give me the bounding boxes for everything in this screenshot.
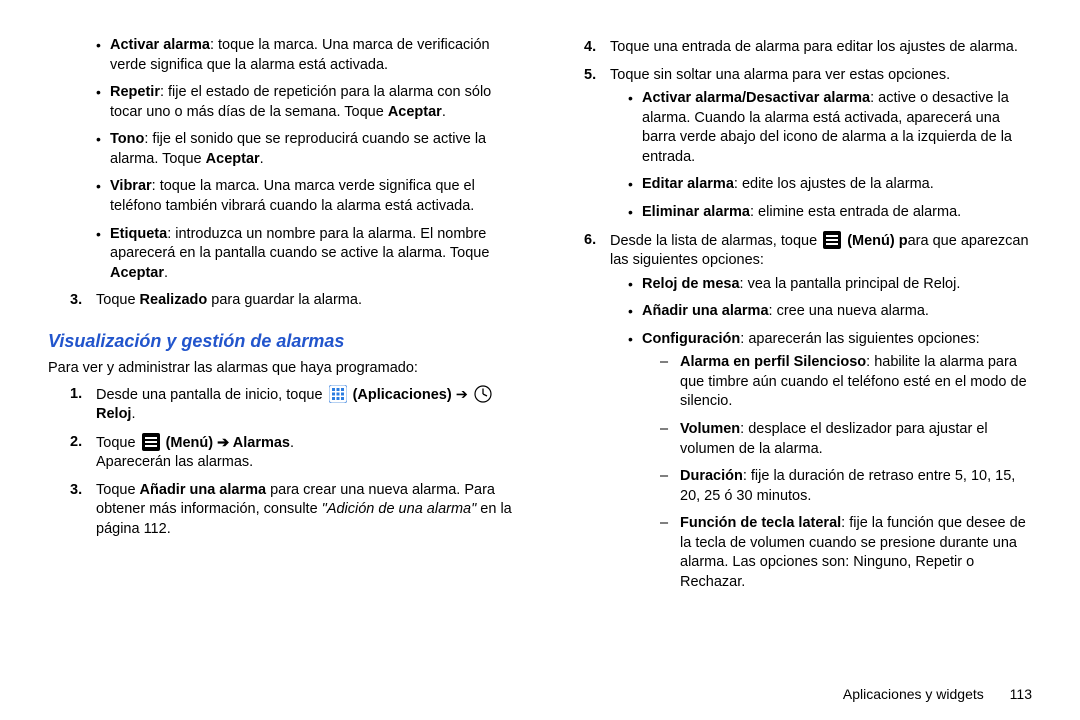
term: Editar alarma (642, 176, 734, 192)
tail-after: . (164, 265, 168, 281)
text: : introduzca un nombre para la alarma. E… (110, 226, 489, 262)
step-3-save: 3. Toque Realizado para guardar la alarm… (70, 291, 518, 311)
step-2: 2. Toque (Menú) ➔ Alarmas. Aparecerán la… (70, 433, 518, 473)
section-intro: Para ver y administrar las alarmas que h… (48, 359, 518, 379)
menu-label: (Menú) (166, 435, 214, 451)
bullet-vibrar: Vibrar: toque la marca. Una marca verde … (96, 177, 518, 216)
text-bold: Añadir una alarma (140, 482, 267, 498)
bullet-etiqueta: Etiqueta: introduzca un nombre para la a… (96, 225, 518, 284)
left-column: Activar alarma : toque la marca. Una marc… (48, 32, 540, 700)
text: Toque una entrada de alarma para editar … (610, 39, 1018, 55)
step-5: 5. Toque sin soltar una alarma para ver … (584, 66, 1032, 223)
step-number: 3. (70, 481, 82, 501)
arrow: ➔ (456, 387, 472, 403)
opt-configuracion: Configuración: aparecerán las siguientes… (628, 330, 1032, 593)
bullet-tono: Tono: fije el sonido que se reproducirá … (96, 130, 518, 169)
text: : aparecerán las siguientes opciones: (740, 331, 979, 347)
section-title: Visualización y gestión de alarmas (48, 329, 518, 353)
step-number: 3. (70, 291, 82, 311)
term: Eliminar alarma (642, 204, 750, 220)
step-2-line-2: Aparecerán las alarmas. (96, 454, 253, 470)
opt-reloj-de-mesa: Reloj de mesa: vea la pantalla principal… (628, 275, 1032, 295)
step-number: 2. (70, 433, 82, 453)
opt-anadir-alarma: Añadir una alarma: cree una nueva alarma… (628, 302, 1032, 322)
tail-after: . (260, 151, 264, 167)
view-manage-steps: 1. Desde una pantalla de inicio, toque (… (70, 385, 518, 540)
menu-icon (823, 231, 841, 249)
cfg-tecla-lateral: Función de tecla lateral: fije la funció… (660, 514, 1032, 592)
term: Activar alarma/Desactivar alarma (642, 90, 870, 106)
right-steps: 4. Toque una entrada de alarma para edit… (584, 38, 1032, 593)
right-column: 4. Toque una entrada de alarma para edit… (540, 32, 1032, 700)
term: Activar alarma (110, 37, 210, 53)
text-after: para guardar la alarma. (207, 292, 362, 308)
step-5-options: Activar alarma/Desactivar alarma: active… (628, 89, 1032, 222)
footer-section: Aplicaciones y widgets (843, 686, 984, 702)
term: Repetir (110, 84, 160, 100)
tail-bold: Aceptar (388, 104, 442, 120)
text: : toque la marca. Una marca verde signif… (110, 178, 475, 214)
clock-icon (474, 385, 492, 403)
step-number: 4. (584, 38, 596, 58)
step-3: 3. Toque Añadir una alarma para crear un… (70, 481, 518, 540)
cfg-silencioso: Alarma en perfil Silencioso: habilite la… (660, 353, 1032, 412)
text: : edite los ajustes de la alarma. (734, 176, 934, 192)
bullet-repetir: Repetir: fije el estado de repetición pa… (96, 83, 518, 122)
end: . (290, 435, 294, 451)
apps-label: (Aplicaciones) (353, 387, 452, 403)
term: Volumen (680, 421, 740, 437)
opt-eliminar-alarma: Eliminar alarma: elimine esta entrada de… (628, 203, 1032, 223)
text: Toque (96, 435, 140, 451)
step-6-options: Reloj de mesa: vea la pantalla principal… (628, 275, 1032, 593)
alarm-option-bullets: Activar alarma : toque la marca. Una marc… (96, 36, 518, 283)
term: Configuración (642, 331, 740, 347)
alarmas-label: Alarmas (233, 435, 290, 451)
term: Reloj de mesa (642, 276, 740, 292)
reloj-label: Reloj (96, 406, 131, 422)
step-6: 6. Desde la lista de alarmas, toque (Men… (584, 231, 1032, 593)
term: Añadir una alarma (642, 303, 769, 319)
term: Función de tecla lateral (680, 515, 841, 531)
menu-label: (Menú) p (847, 233, 907, 249)
page-footer: Aplicaciones y widgets 113 (843, 685, 1032, 704)
step-number: 6. (584, 231, 596, 251)
term: Alarma en perfil Silencioso (680, 354, 866, 370)
text: : cree una nueva alarma. (769, 303, 929, 319)
step-number: 5. (584, 66, 596, 86)
footer-page-number: 113 (1010, 686, 1032, 702)
menu-icon (142, 433, 160, 451)
text: : elimine esta entrada de alarma. (750, 204, 961, 220)
tail-bold: Aceptar (110, 265, 164, 281)
save-alarm-step: 3. Toque Realizado para guardar la alarm… (70, 291, 518, 311)
configuracion-dash-list: Alarma en perfil Silencioso: habilite la… (660, 353, 1032, 592)
text-bold: Realizado (140, 292, 208, 308)
term: Etiqueta (110, 226, 167, 242)
term: Duración (680, 468, 743, 484)
bullet-activar-alarma: Activar alarma: toque la marca. Una marc… (96, 36, 518, 75)
text-a: Desde la lista de alarmas, toque (610, 233, 821, 249)
text-italic: "Adición de una alarma" (322, 501, 477, 517)
arrow: ➔ (217, 435, 233, 451)
opt-editar-alarma: Editar alarma: edite los ajustes de la a… (628, 175, 1032, 195)
cfg-duracion: Duración: fije la duración de retraso en… (660, 467, 1032, 506)
text-a: Toque (96, 482, 140, 498)
text: : fije el sonido que se reproducirá cuan… (110, 131, 486, 167)
step-4: 4. Toque una entrada de alarma para edit… (584, 38, 1032, 58)
opt-activar-desactivar: Activar alarma/Desactivar alarma: active… (628, 89, 1032, 167)
cfg-volumen: Volumen: desplace el deslizador para aju… (660, 420, 1032, 459)
end: . (131, 406, 135, 422)
step-1: 1. Desde una pantalla de inicio, toque (… (70, 385, 518, 425)
text: Desde una pantalla de inicio, toque (96, 387, 327, 403)
tail-after: . (442, 104, 446, 120)
tail-bold: Aceptar (206, 151, 260, 167)
text-before: Toque (96, 292, 140, 308)
term: Tono (110, 131, 144, 147)
term: Vibrar (110, 178, 152, 194)
apps-grid-icon (329, 385, 347, 403)
text: Toque sin soltar una alarma para ver est… (610, 67, 950, 83)
text: : vea la pantalla principal de Reloj. (740, 276, 961, 292)
step-number: 1. (70, 385, 82, 405)
